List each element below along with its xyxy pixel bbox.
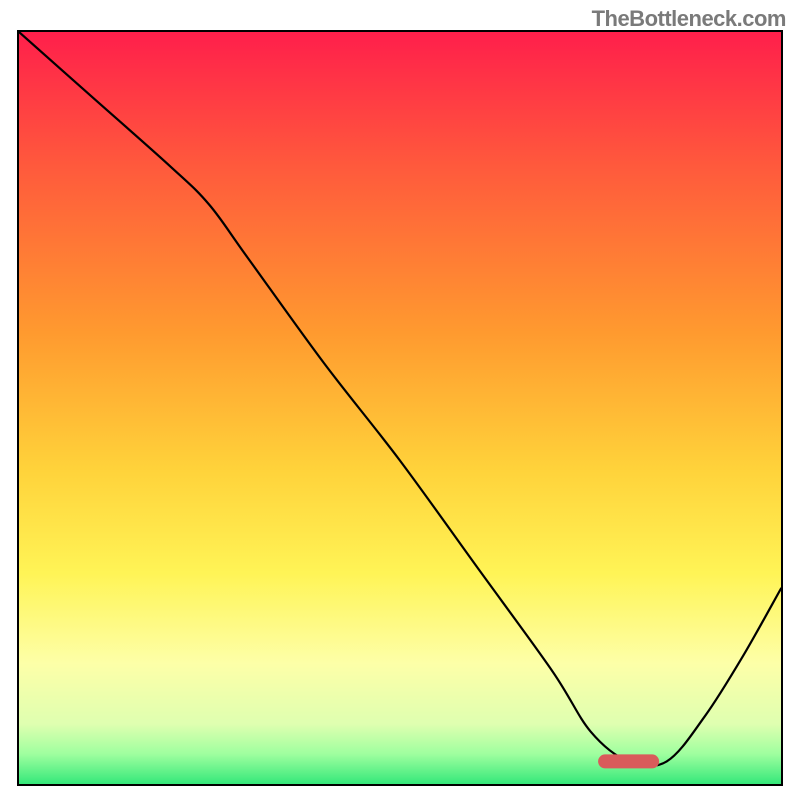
watermark-text: TheBottleneck.com	[592, 6, 786, 32]
chart-container: TheBottleneck.com	[0, 0, 800, 800]
plot-frame	[17, 30, 783, 786]
optimum-marker	[598, 754, 659, 768]
plot-svg	[19, 32, 781, 784]
gradient-background	[19, 32, 781, 784]
